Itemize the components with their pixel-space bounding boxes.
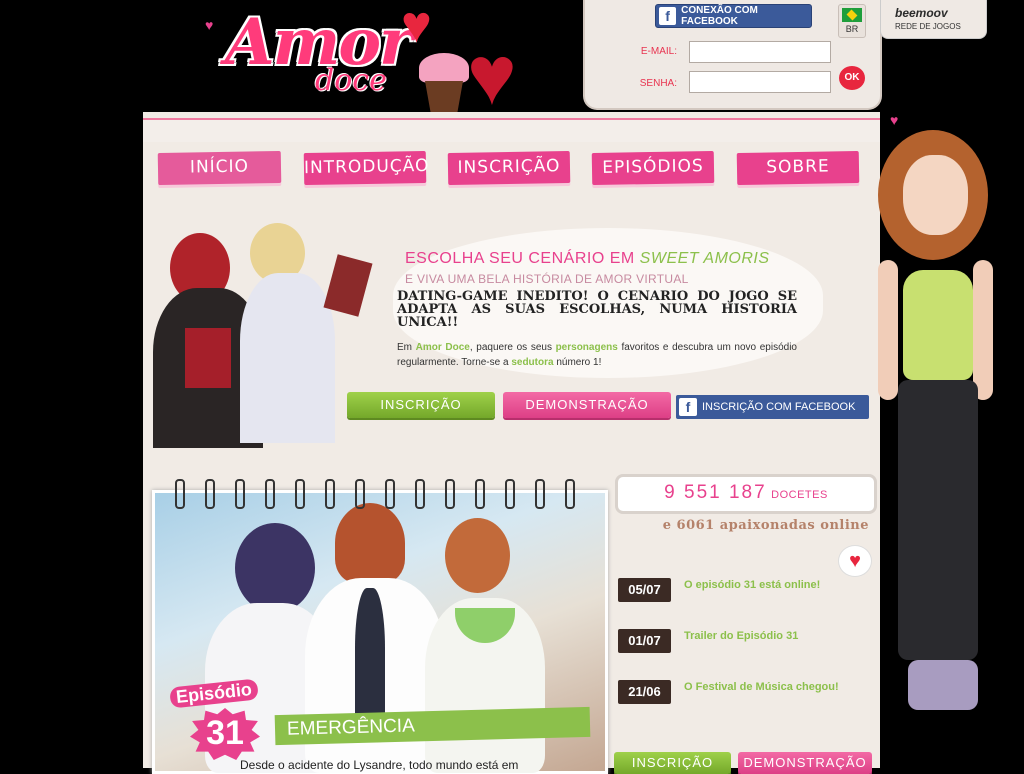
brazil-flag-icon bbox=[842, 8, 862, 22]
spiral-ring bbox=[355, 479, 365, 509]
book-icon bbox=[323, 254, 373, 317]
hero-tagline-3: DATING-GAME INEDITO! O CENARIO DO JOGO S… bbox=[397, 289, 797, 330]
small-heart-icon: ♥ bbox=[890, 112, 899, 128]
hero-tagline-2: E VIVA UMA BELA HISTÓRIA DE AMOR VIRTUAL bbox=[405, 272, 689, 286]
news-link[interactable]: O Festival de Música chegou! bbox=[684, 681, 839, 693]
email-field[interactable] bbox=[689, 41, 831, 63]
news-date: 01/07 bbox=[618, 629, 671, 653]
facebook-icon: f bbox=[659, 7, 677, 25]
spiral-ring bbox=[385, 479, 395, 509]
hero-tagline-1: ESCOLHA SEU CENÁRIO EM SWEET AMORIS bbox=[405, 250, 770, 268]
hero-description: Em Amor Doce, paquere os seus personagen… bbox=[397, 340, 797, 370]
spiral-ring bbox=[295, 479, 305, 509]
demo-button[interactable]: DEMONSTRAÇÃO bbox=[503, 392, 671, 418]
logo-word-doce: doce bbox=[315, 63, 387, 98]
episode-number: 31 bbox=[190, 708, 260, 760]
spiral-ring bbox=[235, 479, 245, 509]
spiral-ring bbox=[565, 479, 575, 509]
login-ok-button[interactable]: OK bbox=[839, 66, 865, 90]
spiral-ring bbox=[415, 479, 425, 509]
spiral-ring bbox=[445, 479, 455, 509]
spiral-ring bbox=[325, 479, 335, 509]
tagline-text: ESCOLHA SEU CENÁRIO EM bbox=[405, 250, 640, 267]
login-panel: f CONEXÃO COM FACEBOOK BR E-MAIL: SENHA:… bbox=[583, 0, 882, 110]
facebook-connect-button[interactable]: f CONEXÃO COM FACEBOOK bbox=[655, 4, 812, 28]
desc-text: número 1! bbox=[553, 357, 602, 368]
spiral-ring bbox=[175, 479, 185, 509]
spiral-ring bbox=[535, 479, 545, 509]
episode-calendar[interactable]: Episódio 31 EMERGÊNCIA bbox=[152, 479, 608, 774]
spiral-ring bbox=[505, 479, 515, 509]
facebook-connect-label: CONEXÃO COM FACEBOOK bbox=[681, 5, 758, 27]
nav-tab-introducao[interactable]: INTRODUÇÃO bbox=[303, 150, 430, 186]
nav-tab-episodios[interactable]: EPISÓDIOS bbox=[591, 150, 715, 186]
news-date: 21/06 bbox=[618, 680, 671, 704]
cupcake-icon bbox=[419, 53, 469, 83]
big-heart-icon: ♥ bbox=[467, 28, 517, 122]
facebook-signup-label: INSCRIÇÃO COM FACEBOOK bbox=[702, 401, 856, 413]
language-selector[interactable]: BR bbox=[838, 4, 866, 38]
mascot-character-image: ♥ bbox=[878, 112, 1018, 768]
bottom-demo-button[interactable]: DEMONSTRAÇÃO bbox=[738, 752, 872, 774]
password-field[interactable] bbox=[689, 71, 831, 93]
email-label: E-MAIL: bbox=[640, 46, 677, 57]
news-link[interactable]: Trailer do Episódio 31 bbox=[684, 630, 798, 642]
player-count: 9 551 187 bbox=[664, 482, 767, 503]
player-counter: 9 551 187 DOCETES bbox=[615, 474, 877, 514]
spiral-ring bbox=[205, 479, 215, 509]
network-link[interactable]: beemoov REDE DE JOGOS bbox=[880, 0, 987, 39]
nav-tab-sobre[interactable]: SOBRE bbox=[736, 150, 860, 186]
desc-highlight: Amor Doce bbox=[415, 342, 470, 353]
desc-highlight: personagens bbox=[555, 342, 618, 353]
news-link[interactable]: O episódio 31 está online! bbox=[684, 579, 820, 591]
desc-text: Em bbox=[397, 342, 416, 353]
desc-highlight: sedutora bbox=[511, 357, 554, 368]
facebook-icon: f bbox=[679, 398, 697, 416]
episode-badge: Episódio 31 bbox=[160, 678, 270, 760]
news-date: 05/07 bbox=[618, 578, 671, 602]
player-count-unit: DOCETES bbox=[771, 489, 828, 501]
tagline-game-name: SWEET AMORIS bbox=[639, 250, 770, 267]
heart-icon: ♥ bbox=[401, 0, 432, 54]
small-heart-icon: ♥ bbox=[205, 17, 214, 33]
nav-tab-inicio[interactable]: INÍCIO bbox=[157, 150, 282, 186]
nav-tab-inscricao[interactable]: INSCRIÇÃO bbox=[447, 150, 571, 186]
episode-word: Episódio bbox=[169, 678, 259, 709]
signup-button[interactable]: INSCRIÇÃO bbox=[347, 392, 495, 418]
network-subtitle: REDE DE JOGOS bbox=[895, 22, 961, 31]
language-label: BR bbox=[845, 24, 859, 34]
site-logo[interactable]: ♥ Amor doce ♥ ♥ bbox=[205, 0, 525, 122]
online-count: e 6061 apaixonadas online bbox=[662, 518, 869, 533]
heart-icon: ♥ bbox=[838, 545, 872, 577]
cupcake-base bbox=[425, 81, 463, 113]
desc-text: , paquere os seus bbox=[469, 342, 556, 353]
password-label: SENHA: bbox=[639, 78, 677, 89]
spiral-ring bbox=[475, 479, 485, 509]
bottom-signup-button[interactable]: INSCRIÇÃO bbox=[614, 752, 731, 774]
spiral-ring bbox=[265, 479, 275, 509]
episode-caption: Desde o acidente do Lysandre, todo mundo… bbox=[240, 758, 519, 772]
network-logo: beemoov bbox=[895, 6, 948, 20]
facebook-signup-button[interactable]: f INSCRIÇÃO COM FACEBOOK bbox=[676, 395, 869, 419]
panel-header-strip bbox=[143, 118, 880, 142]
